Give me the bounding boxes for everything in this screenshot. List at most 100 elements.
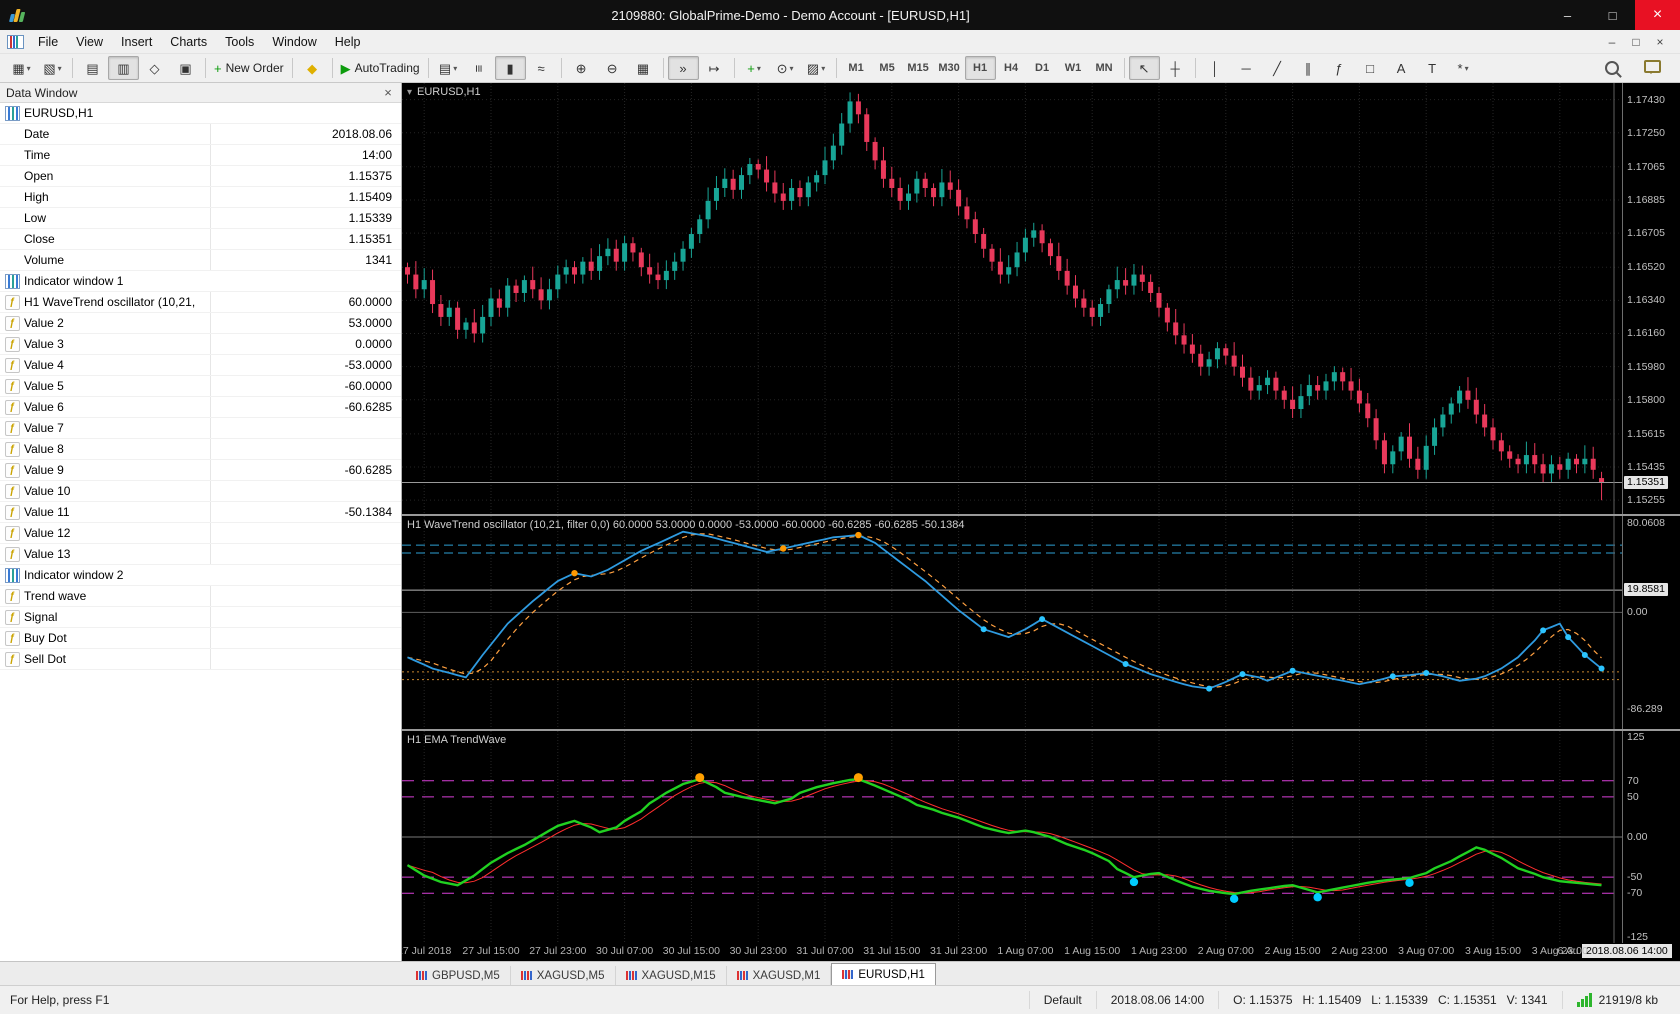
data-window-row-value <box>210 439 401 459</box>
autotrading-button[interactable]: ▶ AutoTrading <box>337 56 424 80</box>
data-window-button[interactable]: ▥ <box>108 56 139 80</box>
chart-mode-button[interactable]: ▤ ▾ <box>433 56 464 80</box>
maximize-button[interactable]: □ <box>1590 0 1635 30</box>
minimize-button[interactable]: – <box>1545 0 1590 30</box>
candlestick-chart[interactable] <box>402 83 1622 514</box>
chart-tab-xagusd-m15[interactable]: XAGUSD,M15 <box>616 966 727 985</box>
indicator-function-icon: ƒ <box>4 525 20 541</box>
arrows-button-dropdown[interactable]: ▾ <box>1465 64 1469 73</box>
timeframe-d1[interactable]: D1 <box>1027 56 1058 80</box>
text-icon: A <box>1396 60 1406 76</box>
market-watch-button[interactable]: ▤ <box>77 56 108 80</box>
bar-chart-button[interactable]: ≡ <box>464 56 495 80</box>
menu-help[interactable]: Help <box>326 32 370 52</box>
menu-tools[interactable]: Tools <box>216 32 263 52</box>
arrows-icon: * <box>1457 60 1463 76</box>
auto-scroll-button[interactable]: » <box>667 56 699 80</box>
data-window-row: ƒ Value 7 <box>0 418 401 439</box>
wavetrend-chart[interactable] <box>402 516 1622 729</box>
close-button[interactable]: × <box>1635 0 1680 30</box>
data-window-row: ƒ Value 6 -60.6285 <box>0 397 401 418</box>
fibonacci-button[interactable]: ƒ <box>1324 56 1355 80</box>
chart-tab-eurusd-h1[interactable]: EURUSD,H1 <box>831 963 936 985</box>
channel-button[interactable]: ∥ <box>1293 56 1324 80</box>
data-window-row: ƒ Trend wave <box>0 586 401 607</box>
mdi-minimize-button[interactable]: – <box>1600 35 1624 49</box>
chart-tab-xagusd-m1[interactable]: XAGUSD,M1 <box>727 966 832 985</box>
trendwave-axis-label: 125 <box>1627 731 1645 743</box>
timeframe-mn[interactable]: MN <box>1089 56 1120 80</box>
data-window-row: ƒ Signal <box>0 607 401 628</box>
profiles-button[interactable]: ▧ ▾ <box>37 56 68 80</box>
menu-insert[interactable]: Insert <box>112 32 161 52</box>
zoom-in-button[interactable]: ⊕ <box>566 56 597 80</box>
menu-charts[interactable]: Charts <box>161 32 216 52</box>
search-button[interactable] <box>1596 56 1627 80</box>
profiles-button-dropdown[interactable]: ▾ <box>58 64 62 73</box>
mdi-close-button[interactable]: × <box>1648 35 1672 49</box>
timeframe-h1[interactable]: H1 <box>964 56 996 80</box>
chart-shift-button[interactable]: ↦ <box>699 56 730 80</box>
terminal-button[interactable]: ▣ <box>170 56 201 80</box>
data-window-close-button[interactable]: × <box>381 85 395 100</box>
timeframe-m5[interactable]: M5 <box>872 56 903 80</box>
data-window-row-value: -50.1384 <box>210 502 401 522</box>
templates-button[interactable]: ▨ ▾ <box>801 56 832 80</box>
candlestick-button[interactable]: ▮ <box>494 56 526 80</box>
templates-button-dropdown[interactable]: ▾ <box>821 64 825 73</box>
time-axis-label: 1 Aug 07:00 <box>997 945 1054 957</box>
menu-file[interactable]: File <box>29 32 67 52</box>
pane-splitter[interactable] <box>402 514 1680 516</box>
data-window-row: ƒ Value 5 -60.0000 <box>0 376 401 397</box>
menu-view[interactable]: View <box>67 32 112 52</box>
timeframe-m30[interactable]: M30 <box>934 56 965 80</box>
chart-tab-xagusd-m5[interactable]: XAGUSD,M5 <box>511 966 616 985</box>
periods-button[interactable]: ⊙ ▾ <box>770 56 801 80</box>
tile-windows-button[interactable]: ▦ <box>628 56 659 80</box>
time-axis-label: 27 Jul 23:00 <box>529 945 587 957</box>
community-button[interactable] <box>1637 56 1668 80</box>
status-profile[interactable]: Default <box>1028 991 1096 1009</box>
cursor-button[interactable]: ↖ <box>1128 56 1160 80</box>
indicator-function-icon: ƒ <box>4 483 20 499</box>
pane-splitter[interactable] <box>402 729 1680 731</box>
timeframe-m15[interactable]: M15 <box>903 56 934 80</box>
channel-icon: ∥ <box>1304 60 1312 76</box>
new-chart-button[interactable]: ▦ ▾ <box>6 56 37 80</box>
trendwave-pane[interactable]: H1 EMA TrendWave 125 70 50 0.00 -50 -70 -125 <box>402 731 1680 943</box>
new-chart-button-dropdown[interactable]: ▾ <box>27 64 31 73</box>
label-button[interactable]: T <box>1417 56 1448 80</box>
templates-icon: ▨ <box>806 60 820 76</box>
indicators-button[interactable]: + ▾ <box>739 56 770 80</box>
timeframe-w1[interactable]: W1 <box>1058 56 1089 80</box>
shapes-button[interactable]: □ <box>1355 56 1386 80</box>
indicators-button-dropdown[interactable]: ▾ <box>757 64 761 73</box>
trendwave-chart[interactable] <box>402 731 1622 943</box>
zoom-out-button[interactable]: ⊖ <box>597 56 628 80</box>
horizontal-line-button[interactable]: ─ <box>1231 56 1262 80</box>
crosshair-button[interactable]: ┼ <box>1160 56 1191 80</box>
navigator-button[interactable]: ◇ <box>139 56 170 80</box>
indicator-function-icon: ƒ <box>4 378 20 394</box>
new-order-button[interactable]: + New Order <box>210 56 288 80</box>
chart-tab-gbpusd-m5[interactable]: GBPUSD,M5 <box>406 966 511 985</box>
one-click-trading-toggle[interactable]: ▾ <box>407 87 412 98</box>
trendline-button[interactable]: ╱ <box>1262 56 1293 80</box>
periods-button-dropdown[interactable]: ▾ <box>789 64 793 73</box>
wavetrend-pane[interactable]: H1 WaveTrend oscillator (10,21, filter 0… <box>402 516 1680 729</box>
data-window-row: ƒ Sell Dot <box>0 649 401 670</box>
chart-mode-button-dropdown[interactable]: ▾ <box>453 64 457 73</box>
time-axis[interactable]: 2018.08.06 14:00 27 Jul 2018 27 Jul 15:00… <box>402 943 1680 961</box>
line-chart-button[interactable]: ≈ <box>526 56 557 80</box>
zoom-out-icon: ⊖ <box>606 60 618 76</box>
metaeditor-button[interactable]: ◆ <box>297 56 328 80</box>
vertical-line-button[interactable]: │ <box>1200 56 1231 80</box>
mdi-restore-button[interactable]: □ <box>1624 35 1648 49</box>
text-button[interactable]: A <box>1386 56 1417 80</box>
main-chart-pane[interactable]: ▾ EURUSD,H1 1.17430 1.17250 1.17065 1.16885… <box>402 83 1680 514</box>
menu-window[interactable]: Window <box>263 32 325 52</box>
status-time: 2018.08.06 14:00 <box>1095 991 1218 1009</box>
arrows-button[interactable]: * ▾ <box>1448 56 1479 80</box>
timeframe-m1[interactable]: M1 <box>841 56 872 80</box>
timeframe-h4[interactable]: H4 <box>996 56 1027 80</box>
